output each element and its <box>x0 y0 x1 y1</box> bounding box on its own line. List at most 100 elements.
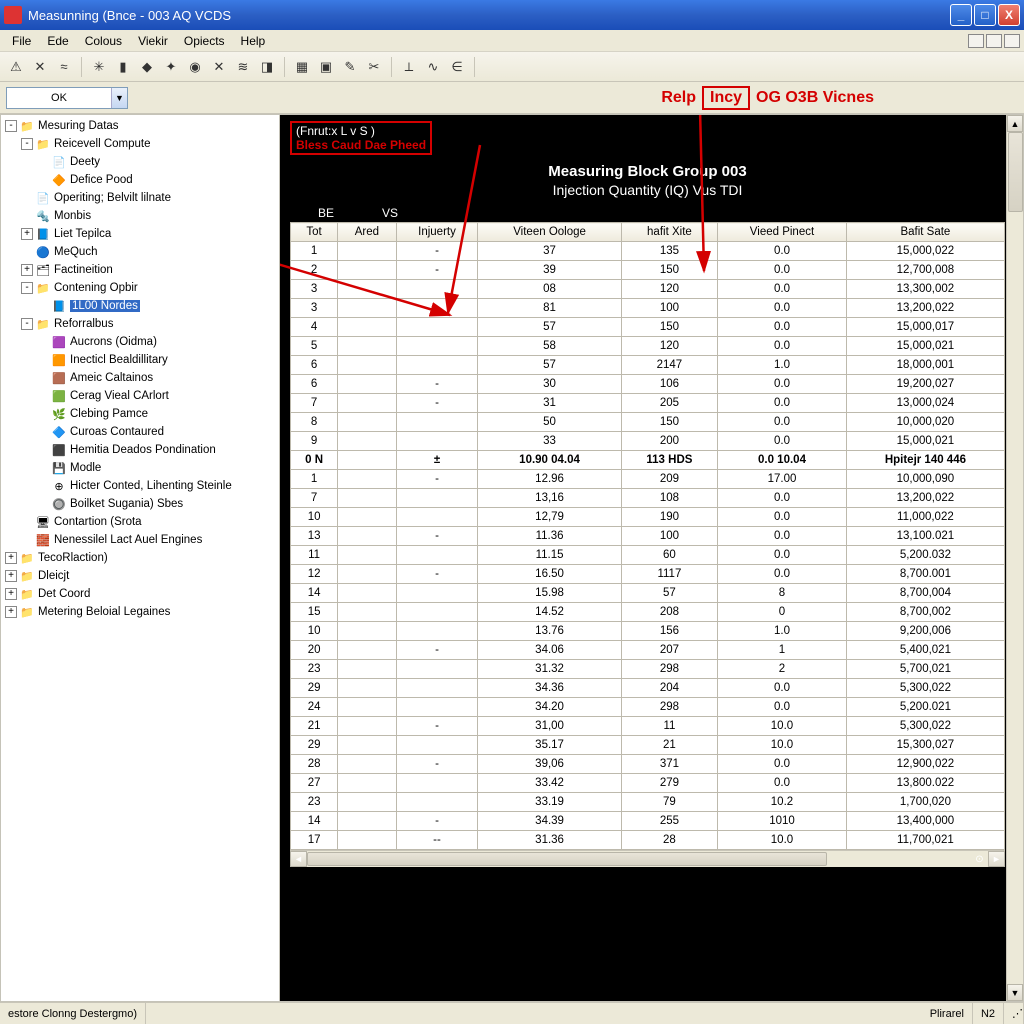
tree-node[interactable]: 🔩Monbis <box>5 207 279 225</box>
scroll-left-icon[interactable]: ◄ <box>290 851 307 867</box>
table-row[interactable]: 2434.202980.05,200.021 <box>291 698 1005 717</box>
table-row[interactable]: 9332000.015,000,021 <box>291 432 1005 451</box>
tree-node[interactable]: +📘Liet Tepilca <box>5 225 279 243</box>
mdi-max-icon[interactable] <box>986 34 1002 48</box>
column-header[interactable]: Ared <box>338 223 396 242</box>
tree-node[interactable]: 📘1L00 Nordes <box>5 297 279 315</box>
tree-node[interactable]: 🟪Aucrons (Oidma) <box>5 333 279 351</box>
tree-toggle-icon[interactable]: + <box>5 570 17 582</box>
table-row[interactable]: 2935.172110.015,300,027 <box>291 736 1005 755</box>
tree-node[interactable]: -📁Reforralbus <box>5 315 279 333</box>
tree-node[interactable]: 🟫Ameic Caltainos <box>5 369 279 387</box>
chevron-down-icon[interactable]: ▼ <box>111 88 127 108</box>
tree-node[interactable]: 🔶Defice Pood <box>5 171 279 189</box>
tree-node[interactable]: +📁Det Coord <box>5 585 279 603</box>
tree-toggle-icon[interactable]: + <box>21 228 33 240</box>
tree-node[interactable]: -📁Reicevell Compute <box>5 135 279 153</box>
column-header[interactable]: Tot <box>291 223 338 242</box>
tool-icon-7[interactable]: ◉ <box>185 57 205 77</box>
column-header[interactable]: Viteen Oologe <box>478 223 621 242</box>
tree-node[interactable]: 🟩Cerag Vieal CArlort <box>5 387 279 405</box>
tool-icon-12[interactable]: ▣ <box>316 57 336 77</box>
tree-node[interactable]: ⬛Hemitia Deados Pondination <box>5 441 279 459</box>
table-row[interactable]: 2-391500.012,700,008 <box>291 261 1005 280</box>
table-row[interactable]: 7-312050.013,000,024 <box>291 394 1005 413</box>
scroll-up-icon[interactable]: ▲ <box>1007 115 1023 132</box>
table-row[interactable]: 17--31.362810.011,700,021 <box>291 831 1005 850</box>
scroll-down-icon[interactable]: ▼ <box>1007 984 1023 1001</box>
table-row[interactable]: 6-301060.019,200,027 <box>291 375 1005 394</box>
ok-combobox[interactable]: OK ▼ <box>6 87 128 109</box>
tool-icon-17[interactable]: ∈ <box>447 57 467 77</box>
horizontal-scrollbar[interactable]: ◄ ⊙ ► <box>290 850 1005 867</box>
menu-file[interactable]: File <box>4 32 39 50</box>
tree-node[interactable]: ⊕Hicter Conted, Lihenting Steinle <box>5 477 279 495</box>
table-row[interactable]: 1-371350.015,000,022 <box>291 242 1005 261</box>
tree-node[interactable]: 🔵MeQuch <box>5 243 279 261</box>
menu-view[interactable]: Viekir <box>130 32 176 50</box>
table-row[interactable]: 2331.3229825,700,021 <box>291 660 1005 679</box>
table-row[interactable]: 3081200.013,300,002 <box>291 280 1005 299</box>
warning-icon[interactable]: ⚠ <box>6 57 26 77</box>
table-row[interactable]: 21-31,001110.05,300,022 <box>291 717 1005 736</box>
table-row[interactable]: 13-11.361000.013,100.021 <box>291 527 1005 546</box>
column-header[interactable]: Injuerty <box>396 223 478 242</box>
table-row[interactable]: 713,161080.013,200,022 <box>291 489 1005 508</box>
table-row[interactable]: 1-12.9620917.0010,000,090 <box>291 470 1005 489</box>
tree-node[interactable]: +🗂Factineition <box>5 261 279 279</box>
tool-icon-10[interactable]: ◨ <box>257 57 277 77</box>
tree-toggle-icon[interactable]: - <box>5 120 17 132</box>
table-row[interactable]: 65721471.018,000,001 <box>291 356 1005 375</box>
tree-toggle-icon[interactable]: + <box>5 552 17 564</box>
menu-help[interactable]: Help <box>233 32 274 50</box>
h-scroll-thumb[interactable] <box>307 852 827 866</box>
vertical-scrollbar[interactable]: ▲ ▼ <box>1006 115 1023 1001</box>
tree-node[interactable]: 💾Modle <box>5 459 279 477</box>
resize-grip-icon[interactable]: ⋰ <box>1004 1003 1024 1024</box>
tree-node[interactable]: 🔘Boilket Sugania) Sbes <box>5 495 279 513</box>
tool-icon-8[interactable]: ✕ <box>209 57 229 77</box>
table-row[interactable]: 4571500.015,000,017 <box>291 318 1005 337</box>
table-row[interactable]: 1012,791900.011,000,022 <box>291 508 1005 527</box>
tree-node[interactable]: 🌿Clebing Pamce <box>5 405 279 423</box>
tool-icon-14[interactable]: ✂ <box>364 57 384 77</box>
tree-node[interactable]: -📁Mesuring Datas <box>5 117 279 135</box>
table-row[interactable]: 2934.362040.05,300,022 <box>291 679 1005 698</box>
tree-node[interactable]: +📁Metering Beloial Legaines <box>5 603 279 621</box>
scroll-right-icon[interactable]: ► <box>988 851 1005 867</box>
tree-toggle-icon[interactable]: + <box>5 606 17 618</box>
menu-edit[interactable]: Ede <box>39 32 76 50</box>
tool-icon-5[interactable]: ◆ <box>137 57 157 77</box>
table-row[interactable]: 14-34.39255101013,400,000 <box>291 812 1005 831</box>
tree-node[interactable]: +📁Dleicjt <box>5 567 279 585</box>
column-header[interactable]: Vieed Pinect <box>718 223 847 242</box>
tree-toggle-icon[interactable]: - <box>21 318 33 330</box>
tree[interactable]: -📁Mesuring Datas-📁Reicevell Compute📄Deet… <box>1 115 279 623</box>
tool-icon-13[interactable]: ✎ <box>340 57 360 77</box>
column-header[interactable]: hafit Xite <box>621 223 717 242</box>
tree-node[interactable]: 🟧Inecticl Bealdillitary <box>5 351 279 369</box>
tree-toggle-icon[interactable]: + <box>5 588 17 600</box>
column-header[interactable]: Bafit Sate <box>846 223 1004 242</box>
data-table[interactable]: TotAredInjuertyViteen Oologehafit XiteVi… <box>290 222 1005 850</box>
table-row[interactable]: 0 N±10.90 04.04113 HDS0.0 10.04Hpitejr 1… <box>291 451 1005 470</box>
v-scroll-thumb[interactable] <box>1008 132 1023 212</box>
table-row[interactable]: 20-34.0620715,400,021 <box>291 641 1005 660</box>
tool-icon-16[interactable]: ∿ <box>423 57 443 77</box>
tree-node[interactable]: 🔷Curoas Contaured <box>5 423 279 441</box>
table-row[interactable]: 28-39,063710.012,900,022 <box>291 755 1005 774</box>
minimize-button[interactable]: _ <box>950 4 972 26</box>
tool-icon-4[interactable]: ▮ <box>113 57 133 77</box>
table-row[interactable]: 1013.761561.09,200,006 <box>291 622 1005 641</box>
table-row[interactable]: 1415.985788,700,004 <box>291 584 1005 603</box>
table-row[interactable]: 2733.422790.013,800.022 <box>291 774 1005 793</box>
table-row[interactable]: 3-811000.013,200,022 <box>291 299 1005 318</box>
tree-toggle-icon[interactable]: - <box>21 282 33 294</box>
tree-node[interactable]: 📄Deety <box>5 153 279 171</box>
menu-colours[interactable]: Colous <box>77 32 130 50</box>
tree-toggle-icon[interactable]: - <box>21 138 33 150</box>
table-row[interactable]: 12-16.5011170.08,700.001 <box>291 565 1005 584</box>
tool-icon-9[interactable]: ≋ <box>233 57 253 77</box>
table-row[interactable]: 2333.197910.21,700,020 <box>291 793 1005 812</box>
tool-icon-6[interactable]: ✦ <box>161 57 181 77</box>
